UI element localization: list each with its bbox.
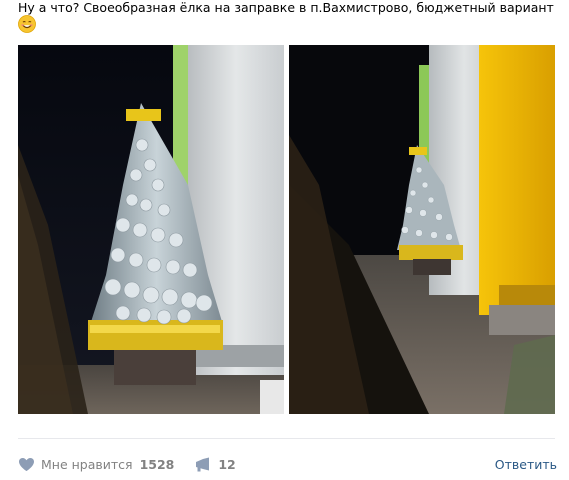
like-label: Мне нравится [41,456,133,472]
share-count: 12 [218,456,236,472]
megaphone-icon [196,457,210,471]
like-count: 1528 [139,456,175,472]
smiling-face-icon [18,15,36,33]
christmas-tree-photo-wide[interactable] [289,45,555,414]
reply-link[interactable]: Ответить [495,457,557,472]
photo-image [289,45,555,414]
heart-icon [19,457,34,471]
photo-image [18,45,284,414]
christmas-tree-photo-closeup[interactable] [18,45,284,414]
like-button[interactable]: Мне нравится 1528 [18,457,174,472]
share-button[interactable]: 12 [194,456,236,472]
post-actions-bar: Мне нравится 1528 12 Ответить [18,452,557,476]
post-text: Ну а что? Своеобразная ёлка на заправке … [18,0,554,15]
post-divider [18,438,555,439]
